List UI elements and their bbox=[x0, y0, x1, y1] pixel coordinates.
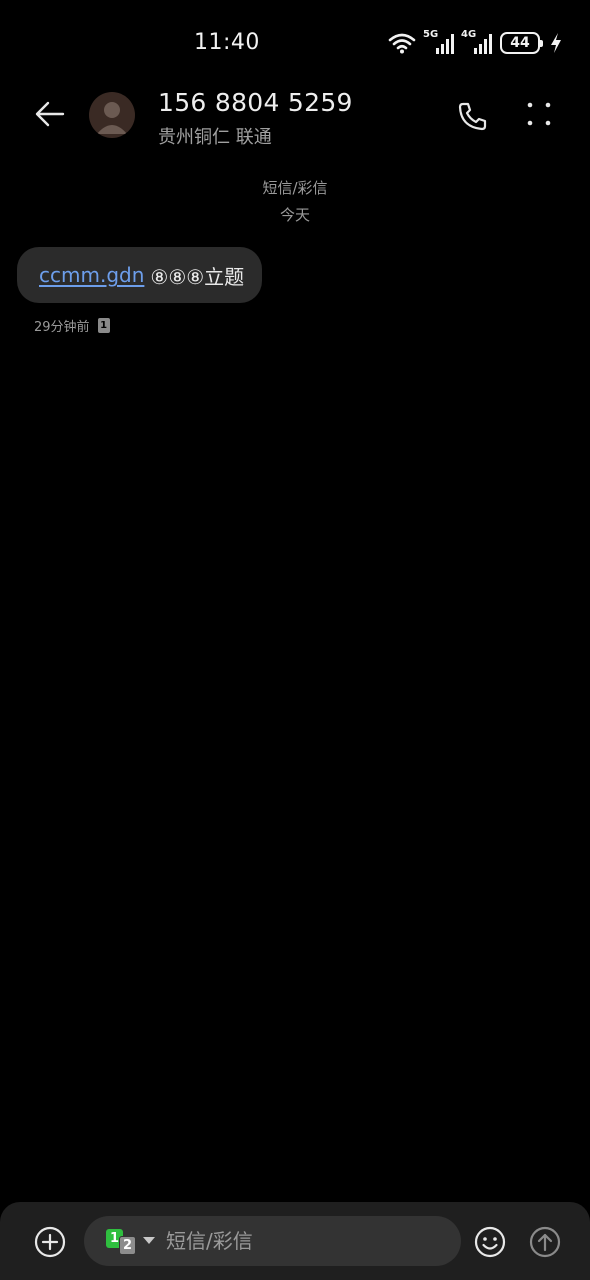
message-input[interactable] bbox=[166, 1216, 446, 1266]
sim2-badge: 2 bbox=[119, 1236, 136, 1255]
sim-switch-icon[interactable]: 1 2 bbox=[106, 1227, 156, 1255]
date-separator: 今天 bbox=[279, 206, 310, 224]
battery-level: 44 bbox=[510, 35, 530, 51]
message-sim-number: 1 bbox=[100, 320, 108, 331]
wifi-icon bbox=[388, 33, 416, 54]
status-icons: 5G 4G 44 bbox=[388, 29, 562, 56]
message-text: ⑧⑧⑧立题 bbox=[150, 264, 245, 289]
back-arrow-icon[interactable] bbox=[30, 94, 70, 134]
message-input-pill: 1 2 bbox=[84, 1216, 461, 1266]
message-time: 29分钟前 bbox=[34, 320, 90, 335]
incoming-message-bubble[interactable]: ccmm.gdn ⑧⑧⑧立题 bbox=[17, 247, 263, 303]
status-time: 11:40 bbox=[194, 30, 260, 55]
message-meta: 29分钟前 1 bbox=[34, 316, 110, 335]
contact-location: 贵州铜仁 联通 bbox=[158, 127, 272, 148]
phone-icon[interactable] bbox=[452, 96, 492, 136]
more-vertical-icon[interactable] bbox=[520, 96, 560, 136]
battery-icon: 44 bbox=[500, 32, 543, 54]
emoji-icon[interactable] bbox=[472, 1224, 508, 1260]
conversation-header: 156 8804 5259 贵州铜仁 联通 bbox=[0, 86, 590, 148]
message-link[interactable]: ccmm.gdn bbox=[39, 263, 144, 287]
chevron-down-icon bbox=[143, 1237, 155, 1244]
contact-number[interactable]: 156 8804 5259 bbox=[158, 88, 353, 117]
avatar-icon bbox=[97, 102, 127, 134]
status-bar: 11:40 5G 4G 44 bbox=[0, 0, 590, 86]
signal-4g-icon: 4G bbox=[461, 29, 492, 54]
contact-avatar[interactable] bbox=[89, 92, 135, 138]
composer-bar: 1 2 bbox=[0, 1202, 590, 1280]
charging-icon bbox=[551, 33, 561, 53]
message-type-label: 短信/彩信 bbox=[262, 179, 328, 197]
signal-5g-icon: 5G bbox=[423, 29, 454, 54]
network-5g-label: 5G bbox=[423, 29, 439, 40]
messaging-screen: 11:40 5G 4G 44 156 8804 5259 贵州铜仁 联通 短信/… bbox=[0, 0, 590, 1280]
sim-card-icon: 1 bbox=[97, 318, 110, 333]
add-icon[interactable] bbox=[32, 1224, 68, 1260]
network-4g-label: 4G bbox=[461, 29, 477, 40]
send-icon[interactable] bbox=[527, 1224, 563, 1260]
